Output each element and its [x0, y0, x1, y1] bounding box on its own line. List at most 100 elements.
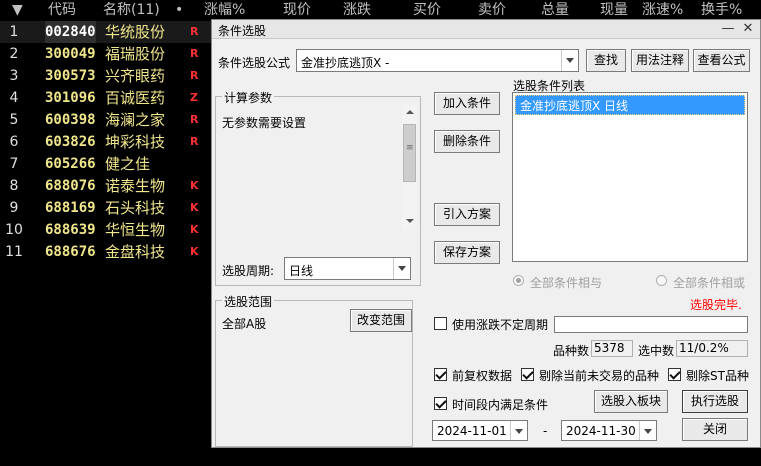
add-condition-button[interactable]: 加入条件	[434, 92, 500, 115]
forward-adjust-label: 前复权数据	[452, 369, 513, 383]
change-range-button[interactable]: 改变范围	[350, 309, 412, 332]
usage-notes-button[interactable]: 用法注释	[631, 49, 689, 72]
range-value: 全部A股	[222, 317, 267, 331]
scroll-down-icon[interactable]	[402, 214, 417, 229]
condition-list[interactable]: 金准抄底逃顶X 日线	[512, 92, 748, 262]
close-button[interactable]: 关闭	[682, 418, 748, 441]
header-name[interactable]: 名称(11)	[103, 0, 160, 20]
chevron-down-icon[interactable]	[561, 50, 578, 71]
stock-name: 石头科技	[105, 199, 166, 217]
total-value: 5378	[591, 340, 633, 357]
stock-code: 300049	[45, 46, 96, 62]
chevron-down-icon[interactable]	[510, 421, 527, 440]
exclude-untraded-checkbox[interactable]	[521, 368, 534, 381]
list-item[interactable]: 金准抄底逃顶X 日线	[515, 95, 745, 115]
radio-and[interactable]	[513, 275, 524, 286]
range-group-title: 选股范围	[222, 293, 275, 310]
stock-code: 603826	[45, 134, 96, 150]
table-row[interactable]: 2 300049 福瑞股份 R	[0, 43, 215, 65]
period-input[interactable]	[554, 316, 748, 333]
selected-value: 11/0.2%	[676, 340, 748, 357]
stock-code: 301096	[45, 90, 96, 106]
header-turnover[interactable]: 换手%	[701, 0, 742, 20]
header-volume[interactable]: 总量	[541, 0, 569, 20]
table-row[interactable]: 5 600398 海澜之家 R	[0, 109, 215, 131]
header-code[interactable]: 代码	[48, 0, 76, 20]
table-header: ▼ 代码 名称(11) • 涨幅% 现价 涨跌 买价 卖价 总量 现量 涨速% …	[0, 0, 761, 20]
stock-flag: K	[190, 201, 199, 214]
table-row[interactable]: 9 688169 石头科技 K	[0, 197, 215, 219]
params-text: 无参数需要设置	[222, 116, 307, 130]
stock-flag: R	[190, 47, 199, 60]
stock-flag: R	[190, 135, 199, 148]
date-to-picker[interactable]: 2024-11-30	[561, 420, 657, 441]
minimize-icon[interactable]: —	[718, 20, 738, 38]
chevron-down-icon[interactable]	[639, 421, 656, 440]
stock-code: 300573	[45, 68, 96, 84]
header-change-pct[interactable]: 涨幅%	[204, 0, 245, 20]
time-range-checkbox[interactable]	[434, 397, 447, 410]
scroll-thumb[interactable]	[403, 124, 416, 182]
forward-adjust-checkbox[interactable]	[434, 368, 447, 381]
params-scrollbar[interactable]	[402, 105, 417, 229]
import-plan-button[interactable]: 引入方案	[434, 203, 500, 226]
row-index: 10	[5, 222, 23, 238]
use-period-checkbox[interactable]	[434, 317, 447, 330]
row-index: 2	[9, 46, 19, 62]
header-change[interactable]: 涨跌	[343, 0, 371, 20]
sort-arrow-icon[interactable]: ▼	[12, 0, 23, 20]
stock-code: 605266	[45, 156, 96, 172]
table-row[interactable]: 4 301096 百诚医药 Z	[0, 87, 215, 109]
run-screener-button[interactable]: 执行选股	[682, 390, 748, 413]
save-plan-button[interactable]: 保存方案	[434, 241, 500, 264]
date-from-picker[interactable]: 2024-11-01	[432, 420, 528, 441]
stock-screener-dialog: 条件选股 — ✕ 条件选股公式 金准抄底逃顶X - 查找 用法注释 查看公式 计…	[211, 19, 761, 448]
view-formula-button[interactable]: 查看公式	[693, 49, 750, 72]
stock-code: 688676	[45, 244, 96, 260]
table-row[interactable]: 1 002840 华统股份 R	[0, 21, 215, 43]
status-text: 选股完毕.	[690, 298, 742, 312]
header-ask[interactable]: 卖价	[478, 0, 506, 20]
row-index: 1	[9, 24, 19, 40]
stock-flag: R	[190, 113, 199, 126]
date-from-value: 2024-11-01	[437, 424, 507, 438]
stock-flag: K	[190, 179, 199, 192]
dialog-title: 条件选股	[218, 24, 267, 38]
formula-select[interactable]: 金准抄底逃顶X -	[296, 49, 579, 72]
period-label: 选股周期:	[222, 264, 275, 278]
chevron-down-icon[interactable]	[393, 258, 410, 279]
header-speed[interactable]: 涨速%	[642, 0, 683, 20]
stock-flag: K	[190, 223, 199, 236]
delete-condition-button[interactable]: 删除条件	[434, 130, 500, 153]
header-cur-volume[interactable]: 现量	[600, 0, 628, 20]
row-index: 7	[9, 156, 19, 172]
stock-code: 600398	[45, 112, 96, 128]
table-row[interactable]: 6 603826 坤彩科技 R	[0, 131, 215, 153]
stock-name: 金盘科技	[105, 243, 166, 261]
radio-or[interactable]	[656, 275, 667, 286]
table-row[interactable]: 10 688639 华恒生物 K	[0, 219, 215, 241]
find-button[interactable]: 查找	[586, 49, 626, 72]
period-select[interactable]: 日线	[284, 257, 411, 280]
header-price[interactable]: 现价	[283, 0, 311, 20]
row-index: 6	[9, 134, 19, 150]
scroll-up-icon[interactable]	[402, 105, 417, 120]
table-row[interactable]: 3 300573 兴齐眼药 R	[0, 65, 215, 87]
row-index: 11	[5, 244, 23, 260]
stock-name: 诺泰生物	[105, 177, 166, 195]
stock-code: 002840	[45, 21, 96, 43]
stock-name: 兴齐眼药	[105, 67, 166, 85]
table-row[interactable]: 8 688076 诺泰生物 K	[0, 175, 215, 197]
stock-name: 福瑞股份	[105, 45, 166, 63]
dialog-titlebar[interactable]: 条件选股 — ✕	[212, 20, 760, 39]
close-icon[interactable]: ✕	[738, 20, 758, 38]
add-to-block-button[interactable]: 选股入板块	[594, 390, 668, 413]
stock-flag: R	[190, 25, 199, 38]
table-row[interactable]: 11 688676 金盘科技 K	[0, 241, 215, 263]
stock-name: 百诚医药	[105, 89, 166, 107]
header-bid[interactable]: 买价	[413, 0, 441, 20]
stock-code: 688639	[45, 222, 96, 238]
table-row[interactable]: 7 605266 健之佳	[0, 153, 215, 175]
radio-and-label: 全部条件相与	[530, 276, 603, 290]
exclude-st-checkbox[interactable]	[668, 368, 681, 381]
